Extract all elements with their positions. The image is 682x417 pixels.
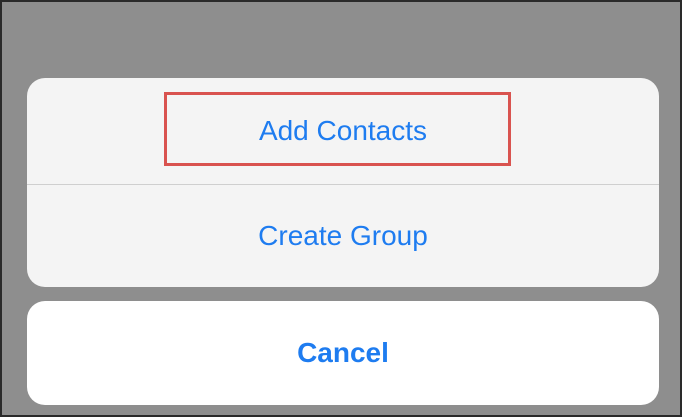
create-group-button[interactable]: Create Group: [27, 185, 659, 287]
add-contacts-label: Add Contacts: [258, 115, 428, 146]
action-sheet-options: Add Contacts Create Group: [27, 78, 659, 287]
add-contacts-button[interactable]: Add Contacts: [27, 78, 659, 184]
create-group-label: Create Group: [258, 220, 428, 251]
dimmed-background-overlay[interactable]: Add Contacts Create Group Cancel: [0, 0, 682, 417]
cancel-button[interactable]: Cancel: [27, 301, 659, 405]
cancel-label: Cancel: [297, 337, 389, 368]
